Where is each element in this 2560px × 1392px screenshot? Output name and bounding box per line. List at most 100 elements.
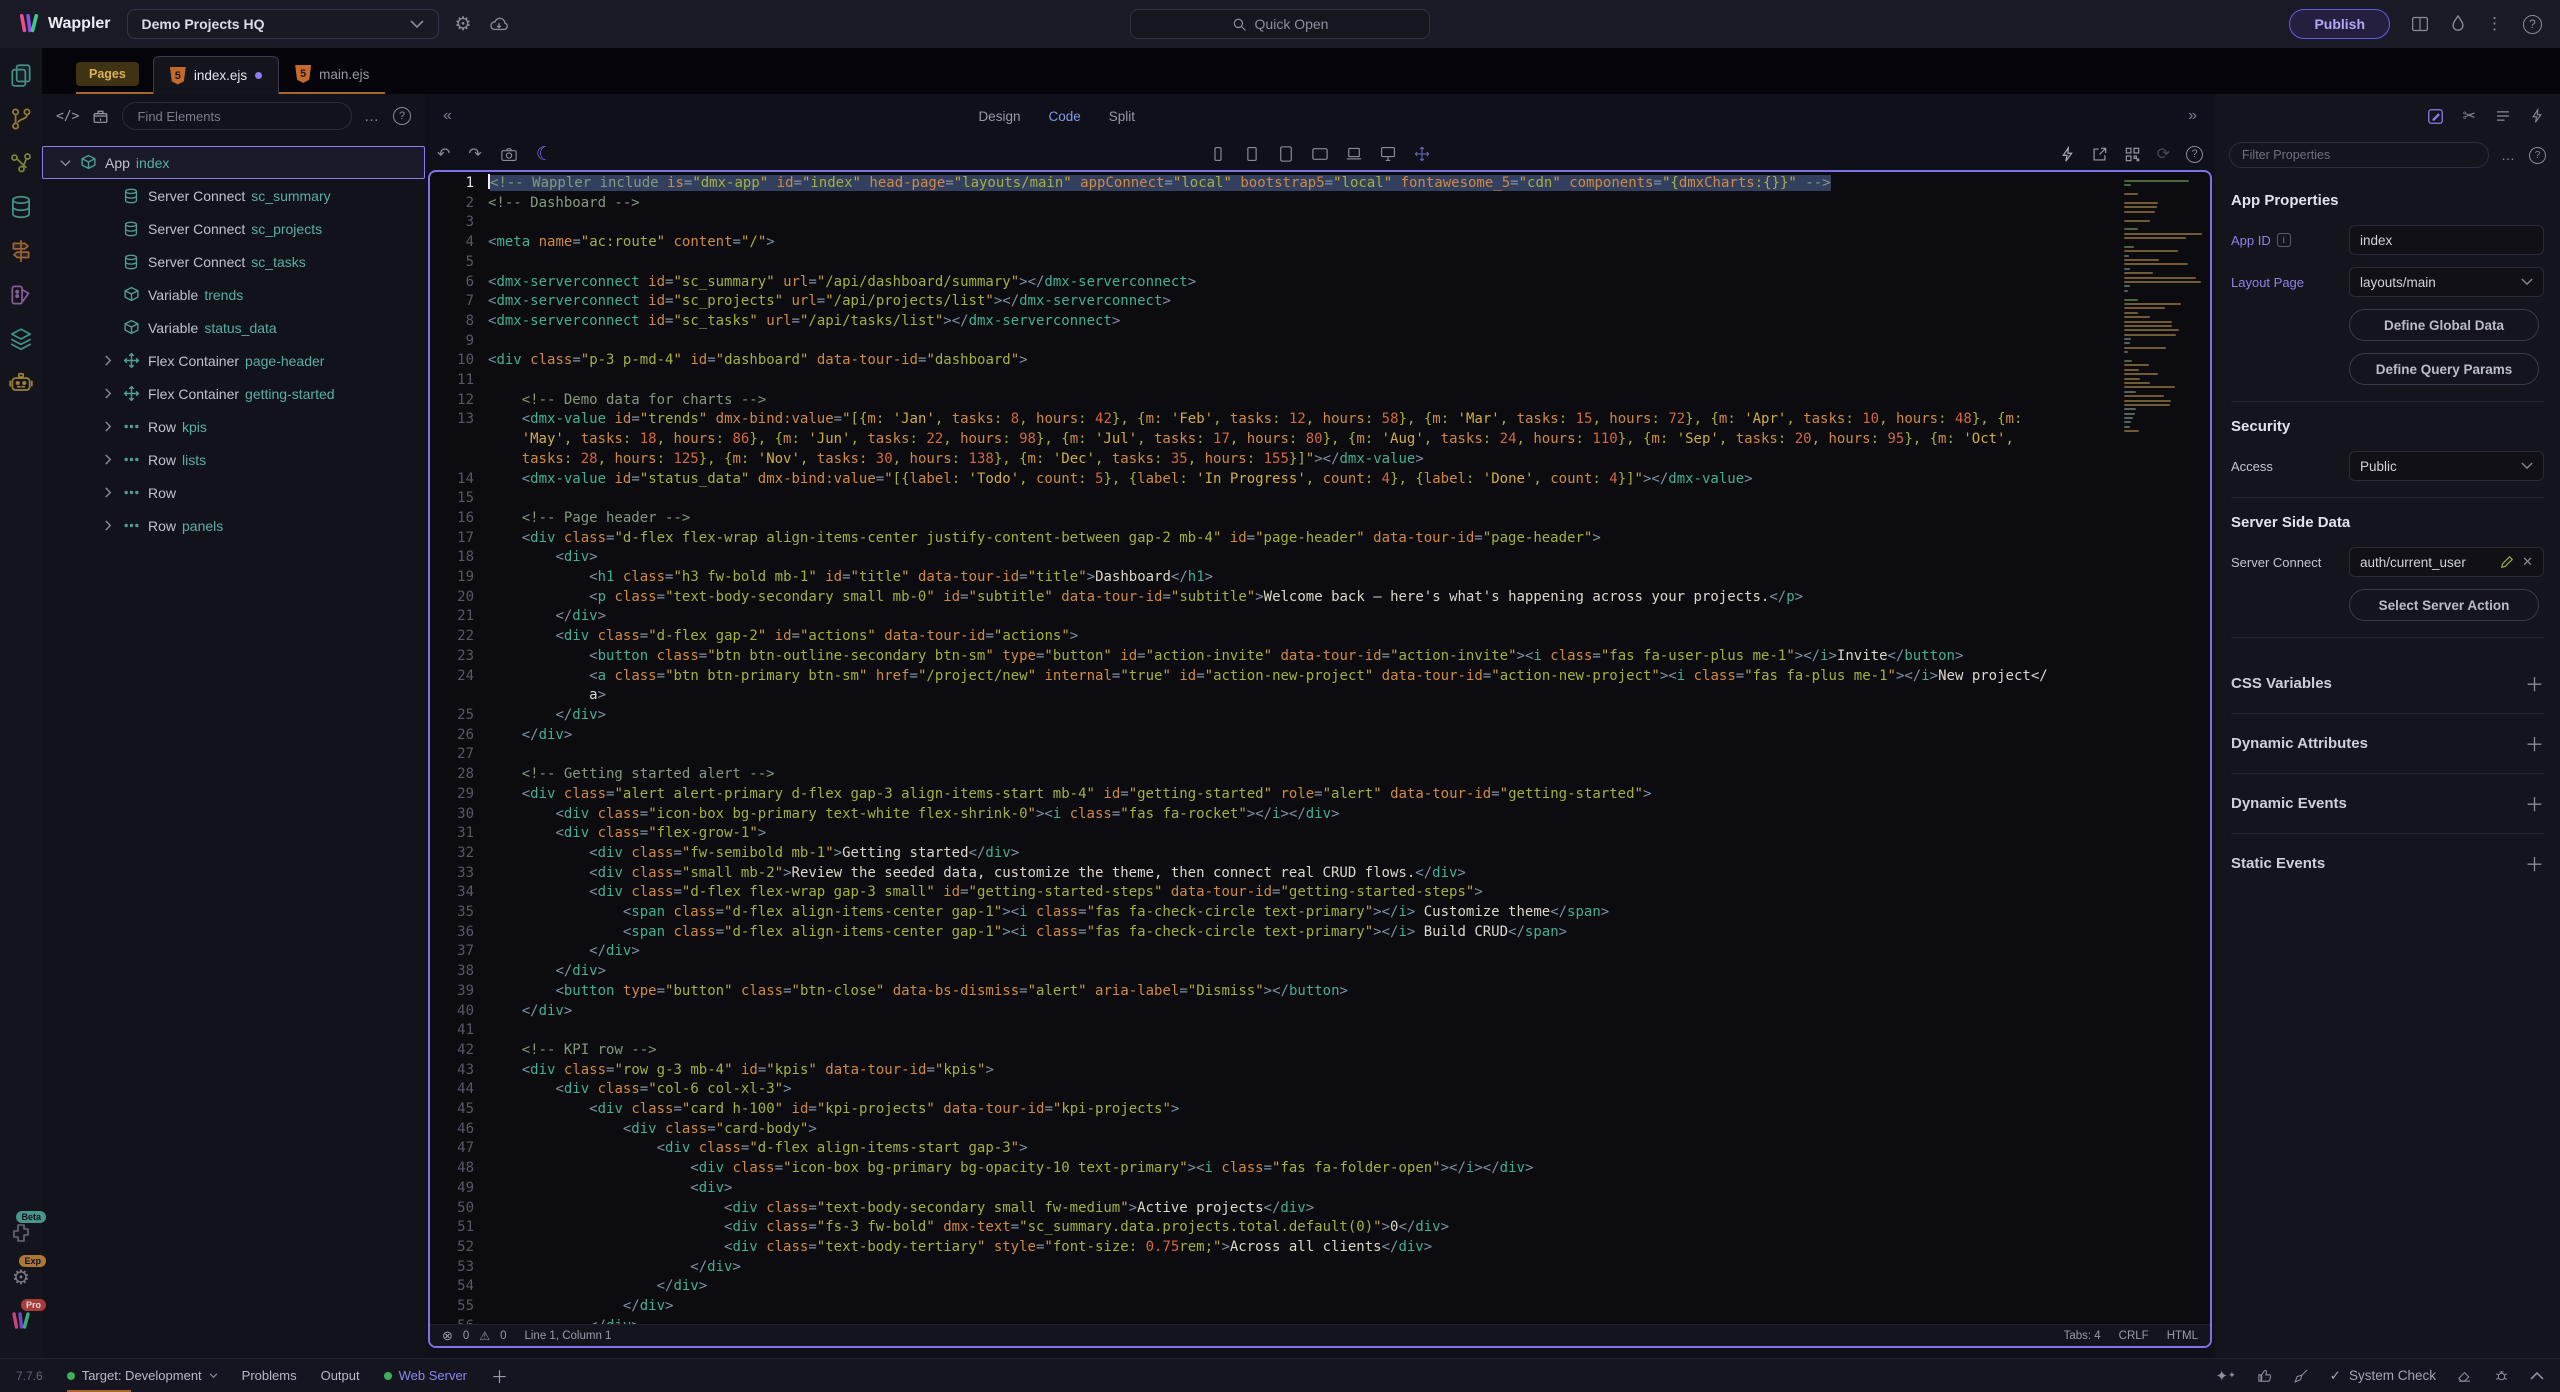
app-id-field[interactable]: index — [2349, 225, 2544, 255]
code-line[interactable]: 39 <button type="button" class="btn-clos… — [430, 982, 2210, 1002]
output-tab[interactable]: Output — [321, 1359, 360, 1392]
code-line[interactable]: 50 <div class="text-body-secondary small… — [430, 1199, 2210, 1219]
add-icon[interactable]: ＋ — [2525, 730, 2544, 757]
debug-bug-icon[interactable] — [2493, 1367, 2510, 1384]
chevron-right-icon[interactable] — [98, 388, 118, 399]
experimental-icon[interactable]: ⚙Exp — [6, 1262, 36, 1292]
database-icon[interactable] — [6, 192, 36, 222]
code-line[interactable]: 28 <!-- Getting started alert --> — [430, 765, 2210, 785]
properties-more-icon[interactable]: … — [2501, 147, 2517, 163]
git-icon[interactable] — [6, 104, 36, 134]
code-line[interactable]: 30 <div class="icon-box bg-primary text-… — [430, 805, 2210, 825]
code-line[interactable]: 33 <div class="small mb-2">Review the se… — [430, 864, 2210, 884]
editor-help-icon[interactable]: ? — [2186, 146, 2203, 163]
code-line[interactable]: 51 <div class="fs-3 fw-bold" dmx-text="s… — [430, 1218, 2210, 1238]
quick-open-search[interactable]: Quick Open — [1130, 9, 1430, 39]
code-line[interactable]: 24 <a class="btn btn-primary btn-sm" hre… — [430, 667, 2210, 706]
device-phablet-icon[interactable] — [1243, 145, 1261, 163]
code-line[interactable]: 7<dmx-serverconnect id="sc_projects" url… — [430, 292, 2210, 312]
code-line[interactable]: 3 — [430, 213, 2210, 233]
target-selector[interactable]: Target: Development — [67, 1359, 218, 1392]
layout-page-select[interactable]: layouts/main — [2349, 267, 2544, 297]
code-line[interactable]: 15 — [430, 489, 2210, 509]
select-server-action-button[interactable]: Select Server Action — [2349, 589, 2539, 621]
server-connect-field[interactable]: auth/current_user ✕ — [2349, 547, 2544, 577]
filter-properties-input[interactable] — [2229, 142, 2489, 168]
dynamic-data-bolt-icon[interactable] — [2060, 146, 2075, 163]
code-line[interactable]: 23 <button class="btn btn-outline-second… — [430, 647, 2210, 667]
tree-item-sc_tasks[interactable]: Server Connectsc_tasks — [42, 245, 425, 278]
pages-icon[interactable] — [6, 60, 36, 90]
device-tablet-icon[interactable] — [1277, 145, 1295, 163]
code-line[interactable]: 37 </div> — [430, 942, 2210, 962]
structure-help-icon[interactable]: ? — [393, 107, 411, 125]
code-line[interactable]: 26 </div> — [430, 726, 2210, 746]
code-line[interactable]: 53 </div> — [430, 1258, 2210, 1278]
edit-pencil-icon[interactable] — [2500, 555, 2514, 569]
code-line[interactable]: 45 <div class="card h-100" id="kpi-proje… — [430, 1100, 2210, 1120]
routes-icon[interactable] — [6, 236, 36, 266]
code-line[interactable]: 56 </div> — [430, 1317, 2210, 1324]
mode-split[interactable]: Split — [1109, 109, 1135, 124]
components-icon[interactable] — [91, 107, 110, 125]
code-view-icon[interactable]: </> — [56, 109, 79, 124]
code-line[interactable]: 38 </div> — [430, 962, 2210, 982]
chevron-right-icon[interactable] — [98, 454, 118, 465]
tab-size[interactable]: Tabs: 4 — [2064, 1330, 2101, 1342]
section-static-events[interactable]: Static Events＋ — [2231, 833, 2544, 893]
chevron-right-icon[interactable] — [98, 487, 118, 498]
code-line[interactable]: 10<div class="p-3 p-md-4" id="dashboard"… — [430, 351, 2210, 371]
refresh-icon[interactable]: ⟳ — [2157, 144, 2170, 164]
tree-item-getting-started[interactable]: Flex Containergetting-started — [42, 377, 425, 410]
help-icon[interactable]: ? — [2523, 15, 2542, 34]
pages-button[interactable]: Pages — [76, 62, 139, 86]
code-line[interactable]: 6<dmx-serverconnect id="sc_summary" url=… — [430, 273, 2210, 293]
feedback-thumbs-up-icon[interactable] — [2256, 1367, 2273, 1384]
tree-item-kpis[interactable]: Rowkpis — [42, 410, 425, 443]
code-line[interactable]: 9 — [430, 332, 2210, 352]
tree-item-status_data[interactable]: Variablestatus_data — [42, 311, 425, 344]
data-stack-icon[interactable] — [2494, 108, 2512, 124]
tree-item-row[interactable]: Row — [42, 476, 425, 509]
code-line[interactable]: 41 — [430, 1021, 2210, 1041]
find-elements-input[interactable] — [122, 102, 352, 130]
code-line[interactable]: 8<dmx-serverconnect id="sc_tasks" url="/… — [430, 312, 2210, 332]
code-line[interactable]: 17 <div class="d-flex flex-wrap align-it… — [430, 529, 2210, 549]
screenshot-camera-icon[interactable] — [500, 146, 518, 162]
code-line[interactable]: 5 — [430, 253, 2210, 273]
chevron-right-icon[interactable] — [98, 355, 118, 366]
code-line[interactable]: 49 <div> — [430, 1179, 2210, 1199]
more-kebab-icon[interactable]: ⋮ — [2486, 14, 2503, 34]
properties-help-icon[interactable]: ? — [2529, 147, 2546, 164]
code-line[interactable]: 36 <span class="d-flex align-items-cente… — [430, 923, 2210, 943]
code-line[interactable]: 55 </div> — [430, 1297, 2210, 1317]
define-global-data-button[interactable]: Define Global Data — [2349, 309, 2539, 341]
chevron-right-icon[interactable] — [98, 520, 118, 531]
code-line[interactable]: 1<!-- Wappler include is="dmx-app" id="i… — [430, 174, 2210, 194]
tree-item-lists[interactable]: Rowlists — [42, 443, 425, 476]
access-select[interactable]: Public — [2349, 451, 2544, 481]
redo-icon[interactable]: ↷ — [468, 144, 481, 164]
device-desktop-icon[interactable] — [1379, 145, 1397, 163]
system-check-button[interactable]: ✓ System Check — [2330, 1368, 2436, 1384]
properties-pencil-icon[interactable] — [2426, 107, 2445, 126]
problems-tab[interactable]: Problems — [242, 1359, 297, 1392]
qr-preview-icon[interactable] — [2124, 146, 2141, 163]
cloud-download-icon[interactable] — [488, 14, 510, 34]
section-dynamic-events[interactable]: Dynamic Events＋ — [2231, 773, 2544, 833]
code-line[interactable]: 11 — [430, 371, 2210, 391]
code-line[interactable]: 19 <h1 class="h3 fw-bold mb-1" id="title… — [430, 568, 2210, 588]
tree-item-sc_projects[interactable]: Server Connectsc_projects — [42, 212, 425, 245]
tree-item-page-header[interactable]: Flex Containerpage-header — [42, 344, 425, 377]
code-line[interactable]: 54 </div> — [430, 1277, 2210, 1297]
info-icon[interactable]: i — [2277, 233, 2291, 247]
chevron-down-icon[interactable] — [55, 159, 75, 167]
code-line[interactable]: 22 <div class="d-flex gap-2" id="actions… — [430, 627, 2210, 647]
code-line[interactable]: 18 <div> — [430, 548, 2210, 568]
section-dynamic-attributes[interactable]: Dynamic Attributes＋ — [2231, 713, 2544, 773]
layers-icon[interactable] — [6, 324, 36, 354]
events-bolt-icon[interactable] — [2530, 108, 2544, 124]
wappler-pro-icon[interactable]: Pro — [6, 1306, 36, 1336]
define-query-params-button[interactable]: Define Query Params — [2349, 353, 2539, 385]
language-mode[interactable]: HTML — [2167, 1330, 2198, 1342]
